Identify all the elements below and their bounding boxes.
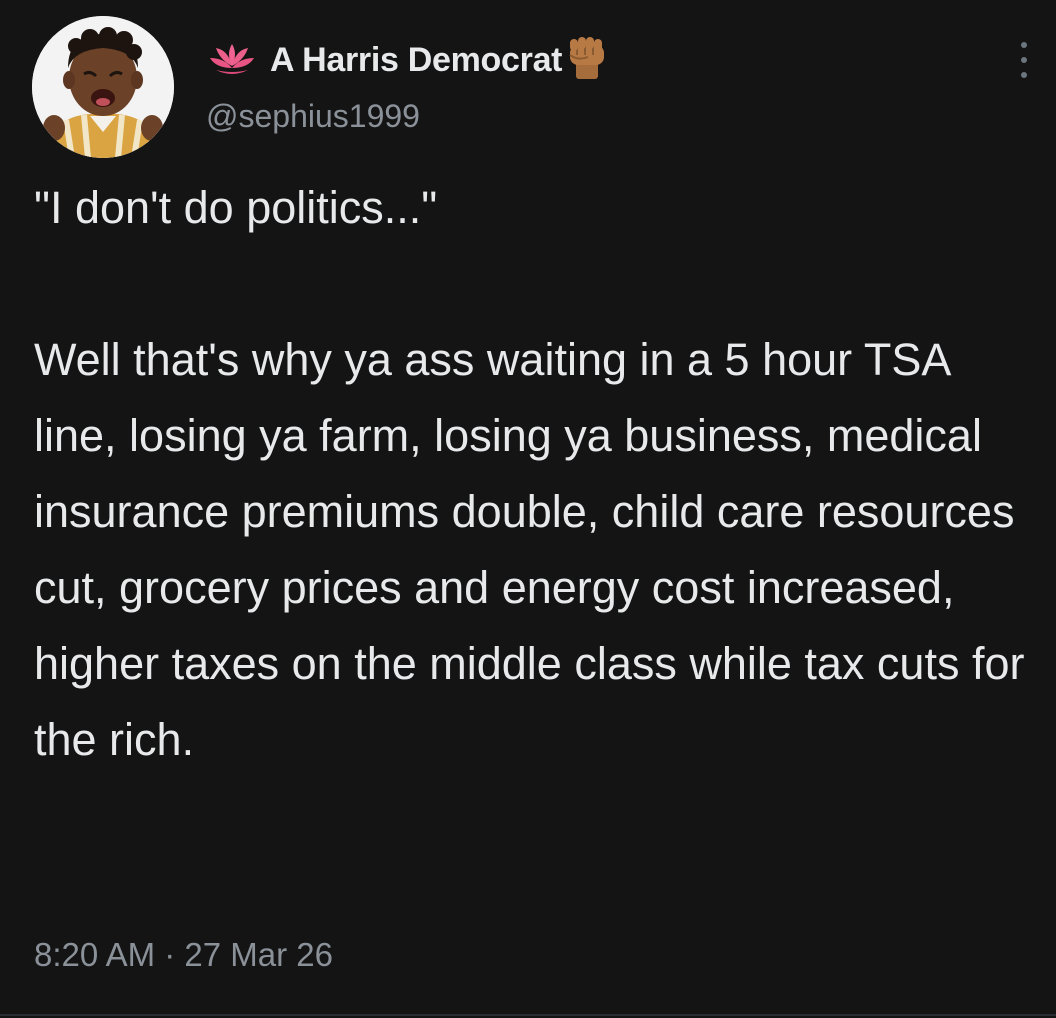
dot	[1021, 42, 1027, 48]
author-handle[interactable]: @sephius1999	[206, 98, 420, 135]
avatar[interactable]	[32, 16, 174, 158]
tweet-text: "I don't do politics..." Well that's why…	[34, 182, 1025, 765]
raised-fist-icon	[569, 37, 605, 79]
more-options-icon[interactable]	[1012, 40, 1036, 80]
author-display-name[interactable]: A Harris Democrat	[270, 41, 563, 80]
divider	[0, 1014, 1056, 1016]
dot	[1021, 72, 1027, 78]
author-name-row[interactable]: A Harris Democrat	[208, 34, 610, 86]
tweet-timestamp[interactable]: 8:20 AM · 27 Mar 26	[34, 936, 333, 974]
lotus-icon	[210, 44, 254, 74]
tweet-card: A Harris Democrat @sephius1999 "I don't …	[0, 0, 1056, 1018]
dot	[1021, 57, 1027, 63]
